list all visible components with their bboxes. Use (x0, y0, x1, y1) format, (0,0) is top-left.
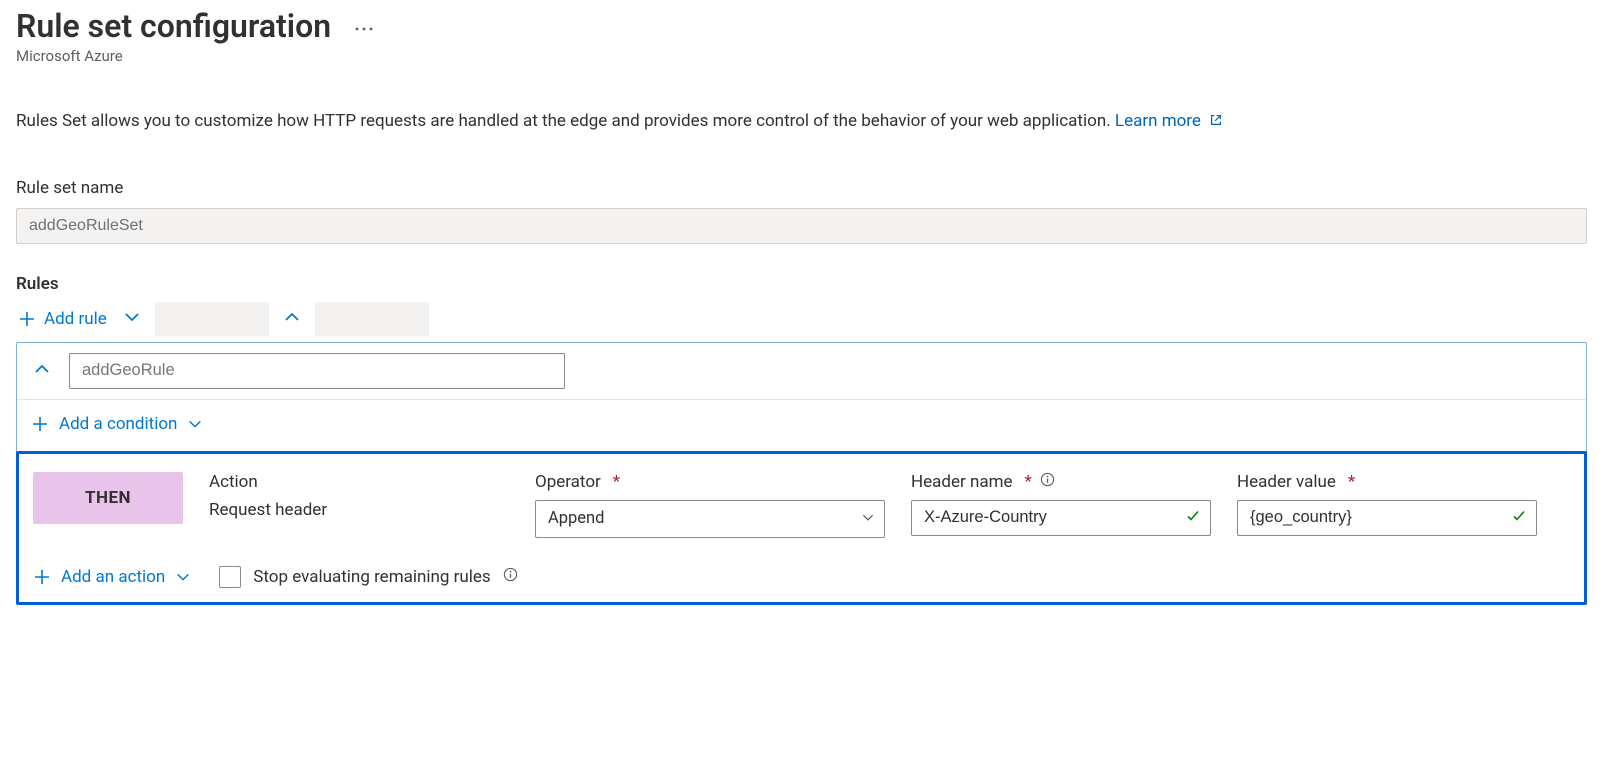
move-down-button[interactable] (119, 304, 145, 334)
add-action-button[interactable]: Add an action (33, 567, 191, 587)
chevron-down-icon (175, 569, 191, 585)
header-name-input[interactable] (911, 500, 1211, 536)
header-value-column: Header value * (1237, 472, 1537, 536)
page-subtitle: Microsoft Azure (16, 47, 1587, 65)
add-condition-label: Add a condition (59, 414, 177, 434)
plus-icon (31, 415, 49, 433)
chevron-down-icon (123, 308, 141, 326)
action-footer-row: Add an action Stop evaluating remaining … (33, 566, 1570, 588)
description-text: Rules Set allows you to customize how HT… (16, 111, 1587, 132)
info-icon[interactable] (1040, 472, 1055, 492)
operator-label-text: Operator (535, 472, 601, 492)
operator-select[interactable]: Append (535, 500, 885, 538)
header-value-label: Header value * (1237, 472, 1537, 492)
move-down-target (155, 302, 269, 336)
info-icon[interactable] (503, 567, 518, 587)
operator-selected-value: Append (548, 509, 604, 528)
stop-evaluating-option[interactable]: Stop evaluating remaining rules (219, 566, 517, 588)
check-icon (1511, 508, 1527, 528)
required-asterisk: * (613, 472, 620, 492)
ruleset-name-input[interactable] (16, 208, 1587, 244)
add-condition-button[interactable]: Add a condition (31, 414, 203, 434)
learn-more-label: Learn more (1115, 111, 1201, 131)
stop-evaluating-label: Stop evaluating remaining rules (253, 567, 490, 587)
chevron-down-icon (861, 509, 875, 528)
conditions-row: Add a condition (17, 400, 1586, 451)
action-label: Action (209, 472, 509, 492)
move-up-button[interactable] (279, 304, 305, 334)
ruleset-name-label: Rule set name (16, 178, 1587, 198)
plus-icon (18, 310, 36, 328)
stop-evaluating-checkbox[interactable] (219, 566, 241, 588)
chevron-up-icon (283, 308, 301, 326)
more-icon (355, 26, 373, 32)
more-options-button[interactable] (349, 11, 379, 42)
add-rule-button[interactable]: Add rule (16, 305, 109, 333)
check-icon (1185, 508, 1201, 528)
collapse-rule-button[interactable] (29, 356, 55, 386)
page-title: Rule set configuration (16, 8, 331, 45)
header-value-label-text: Header value (1237, 472, 1336, 492)
chevron-down-icon (187, 416, 203, 432)
chevron-up-icon (33, 360, 51, 378)
then-badge: THEN (33, 472, 183, 524)
header-value-input[interactable] (1237, 500, 1537, 536)
move-up-target (315, 302, 429, 336)
operator-column: Operator * Append (535, 472, 885, 538)
header-name-label-text: Header name (911, 472, 1013, 492)
action-column: Action Request header (209, 472, 509, 520)
external-link-icon (1209, 112, 1223, 132)
operator-label: Operator * (535, 472, 885, 492)
header-name-label: Header name * (911, 472, 1211, 492)
rules-toolbar: Add rule (16, 302, 1587, 336)
required-asterisk: * (1025, 472, 1032, 492)
rule-header (17, 343, 1586, 400)
rules-section-label: Rules (16, 274, 1587, 294)
add-action-label: Add an action (61, 567, 165, 587)
learn-more-link[interactable]: Learn more (1115, 111, 1223, 131)
required-asterisk: * (1348, 472, 1355, 492)
rule-card: Add a condition THEN Action Request head… (16, 342, 1587, 605)
plus-icon (33, 568, 51, 586)
rule-name-input[interactable] (69, 353, 565, 389)
action-value: Request header (209, 500, 509, 520)
header-name-column: Header name * (911, 472, 1211, 536)
add-rule-label: Add rule (44, 309, 107, 329)
description-body: Rules Set allows you to customize how HT… (16, 111, 1115, 131)
action-block: THEN Action Request header Operator * App… (16, 451, 1587, 605)
